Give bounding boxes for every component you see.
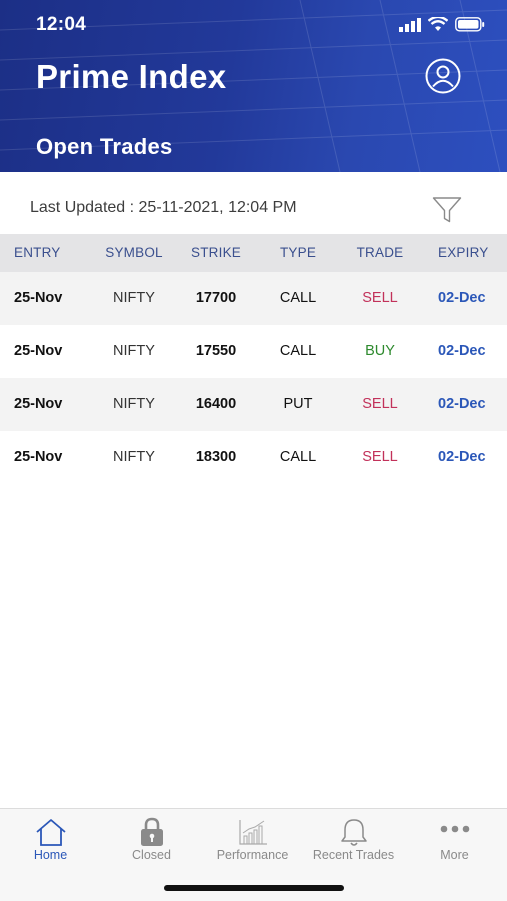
cell-symbol: NIFTY [113,290,155,306]
app-header: 12:04 Prime Index Open Trades [0,0,507,172]
cell-symbol: NIFTY [113,449,155,465]
cell-trade: SELL [362,396,398,412]
tab-performance-label: Performance [216,848,289,862]
cell-trade: BUY [365,343,395,359]
column-header-expiry[interactable]: EXPIRY [438,234,504,272]
cell-trade: SELL [362,290,398,306]
tab-closed-label: Closed [132,848,171,862]
cell-entry: 25-Nov [14,449,63,465]
status-time: 12:04 [36,14,87,35]
cell-type: PUT [283,396,313,412]
signal-icon [399,17,421,32]
cell-expiry: 02-Dec [438,396,486,412]
tab-home-label: Home [33,848,68,862]
cell-trade: SELL [362,449,398,465]
table-row[interactable]: 25-Nov NIFTY 17700 CALL SELL 02-Dec [0,272,507,325]
cell-type: CALL [279,343,317,359]
cell-expiry: 02-Dec [438,343,486,359]
status-bar: 12:04 [36,14,485,38]
tab-home[interactable]: Home [0,809,101,879]
wifi-icon [428,17,448,31]
cell-strike: 16400 [195,396,237,412]
cell-strike: 18300 [195,449,237,465]
column-header-type[interactable]: TYPE [268,234,328,272]
cell-type: CALL [279,290,317,306]
table-row[interactable]: 25-Nov NIFTY 17550 CALL BUY 02-Dec [0,325,507,378]
cell-strike: 17700 [195,290,237,306]
cell-entry: 25-Nov [14,343,63,359]
cell-strike: 17550 [195,343,237,359]
last-updated-text: Last Updated : 25-11-2021, 12:04 PM [30,199,297,216]
app-title: Prime Index [36,58,227,95]
tab-more-label: More [440,848,469,862]
table-row[interactable]: 25-Nov NIFTY 18300 CALL SELL 02-Dec [0,431,507,484]
table-header: ENTRY SYMBOL STRIKE TYPE TRADE EXPIRY [0,234,507,272]
table-row[interactable]: 25-Nov NIFTY 16400 PUT SELL 02-Dec [0,378,507,431]
cell-entry: 25-Nov [14,396,63,412]
column-header-symbol[interactable]: SYMBOL [98,234,170,272]
home-icon [35,819,66,846]
tab-more[interactable]: More [404,809,505,879]
more-icon [440,825,469,833]
filter-icon[interactable] [432,196,462,224]
profile-icon[interactable] [425,58,461,94]
tab-recent-trades[interactable]: Recent Trades [303,809,404,879]
cell-expiry: 02-Dec [438,290,486,306]
battery-icon [455,17,485,32]
tab-closed[interactable]: Closed [101,809,202,879]
cell-entry: 25-Nov [14,290,63,306]
home-indicator[interactable] [164,885,344,891]
chart-icon [238,820,267,845]
bell-icon [340,819,367,846]
column-header-trade[interactable]: TRADE [348,234,412,272]
tab-recent-trades-label: Recent Trades [312,848,395,862]
section-title: Open Trades [36,134,173,159]
cell-symbol: NIFTY [113,343,155,359]
column-header-entry[interactable]: ENTRY [14,234,74,272]
cell-expiry: 02-Dec [438,449,486,465]
column-header-strike[interactable]: STRIKE [186,234,246,272]
tab-performance[interactable]: Performance [202,809,303,879]
cell-type: CALL [279,449,317,465]
lock-icon [140,817,163,846]
cell-symbol: NIFTY [113,396,155,412]
